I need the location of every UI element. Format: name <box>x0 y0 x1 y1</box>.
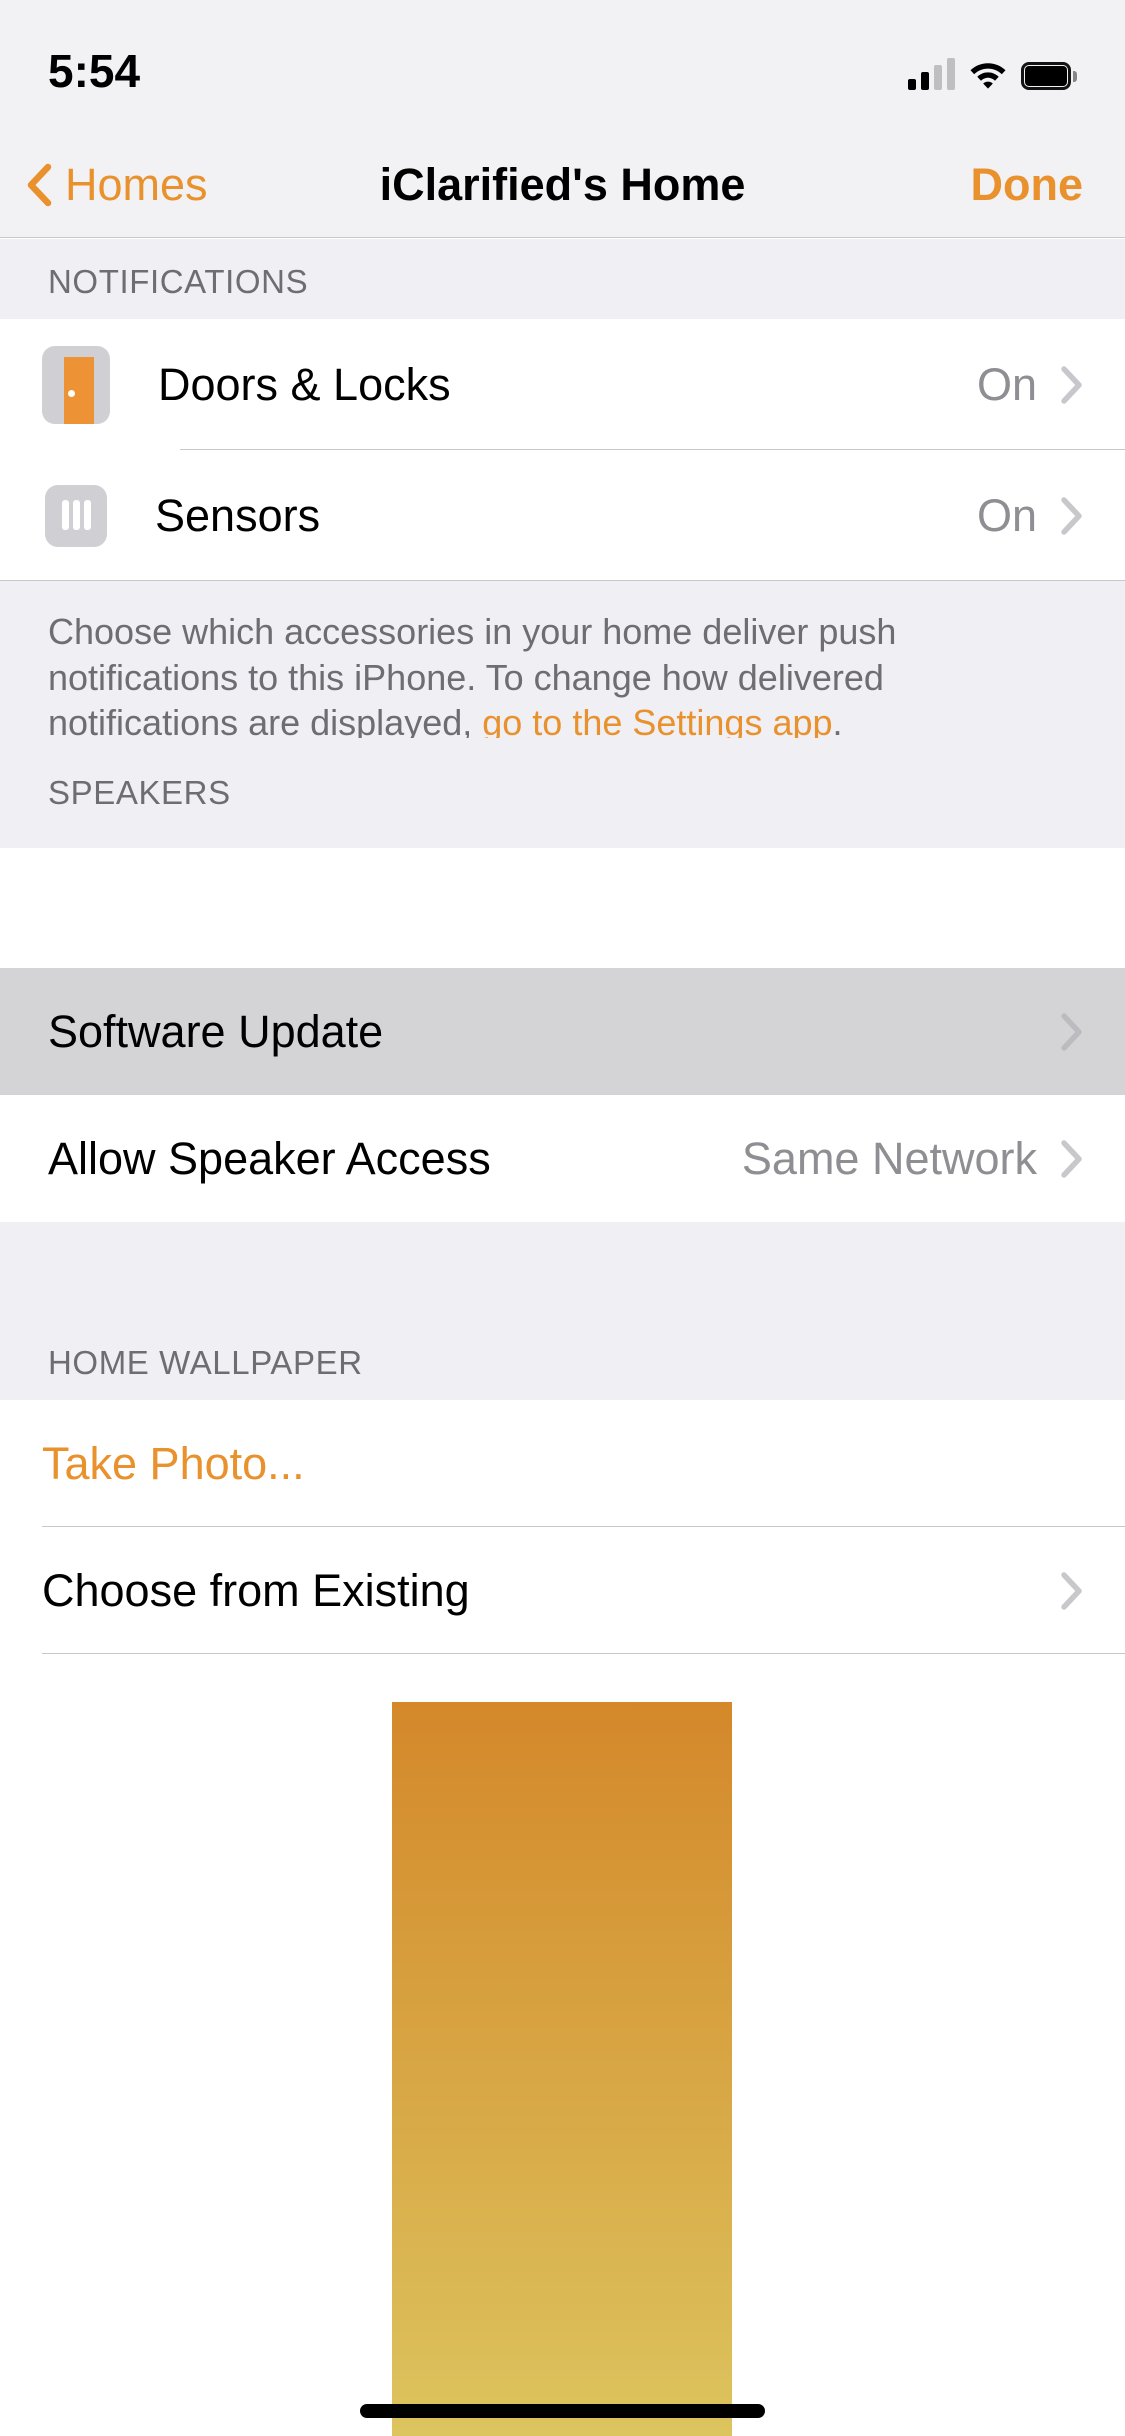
wifi-icon <box>969 60 1007 90</box>
section-header-speakers: SPEAKERS <box>0 738 1125 848</box>
row-sensors-value: On <box>976 489 1037 541</box>
row-software-update-label: Software Update <box>48 1005 384 1057</box>
page-title: iClarified's Home <box>379 159 746 210</box>
chevron-right-icon <box>1061 496 1083 535</box>
row-sensors-label: Sensors <box>155 489 321 541</box>
navigation-bar: Homes iClarified's Home Done <box>0 132 1125 238</box>
wallpaper-preview-thumbnail[interactable] <box>392 1702 732 2436</box>
status-bar-indicators <box>908 46 1077 90</box>
row-allow-speaker-access-label: Allow Speaker Access <box>48 1132 491 1184</box>
row-doors-and-locks[interactable]: Doors & Locks On <box>0 319 1125 450</box>
row-doors-and-locks-accessory: On <box>977 319 1083 450</box>
cellular-signal-icon <box>908 58 955 90</box>
row-choose-from-existing[interactable]: Choose from Existing <box>0 1527 1125 1654</box>
row-software-update-accessory <box>1061 968 1083 1095</box>
sensor-icon <box>45 484 107 547</box>
done-button[interactable]: Done <box>971 132 1084 238</box>
section-header-home-wallpaper: HOME WALLPAPER <box>0 1222 1125 1400</box>
row-allow-speaker-access-accessory: Same Network <box>742 1095 1083 1222</box>
row-sensors[interactable]: Sensors On <box>0 450 1125 581</box>
row-doors-and-locks-value: On <box>976 358 1037 410</box>
battery-full-icon <box>1021 62 1077 90</box>
row-doors-and-locks-label: Doors & Locks <box>158 358 451 410</box>
status-bar: 5:54 <box>0 0 1125 132</box>
row-allow-speaker-access-value: Same Network <box>741 1132 1037 1184</box>
chevron-right-icon <box>1061 1139 1083 1178</box>
chevron-right-icon <box>1061 1571 1083 1610</box>
row-take-photo-label: Take Photo... <box>42 1437 305 1489</box>
door-icon <box>42 345 110 424</box>
row-take-photo[interactable]: Take Photo... <box>0 1400 1125 1527</box>
chevron-right-icon <box>1061 1012 1083 1051</box>
chevron-right-icon <box>1061 365 1083 404</box>
home-indicator[interactable] <box>360 2404 765 2418</box>
row-software-update[interactable]: Software Update <box>0 968 1125 1095</box>
notifications-footer-note: Choose which accessories in your home de… <box>0 581 1125 743</box>
status-bar-time: 5:54 <box>48 45 141 97</box>
section-header-notifications: NOTIFICATIONS <box>0 239 1125 319</box>
iphone-screen: 5:54 Homes iClarified's Home Done NOTIFI… <box>0 0 1125 2436</box>
row-sensors-accessory: On <box>977 450 1083 581</box>
row-choose-from-existing-label: Choose from Existing <box>42 1564 470 1616</box>
row-allow-speaker-access[interactable]: Allow Speaker Access Same Network <box>0 1095 1125 1222</box>
wallpaper-preview-area <box>0 1654 1125 2436</box>
row-choose-from-existing-accessory <box>1061 1527 1083 1654</box>
